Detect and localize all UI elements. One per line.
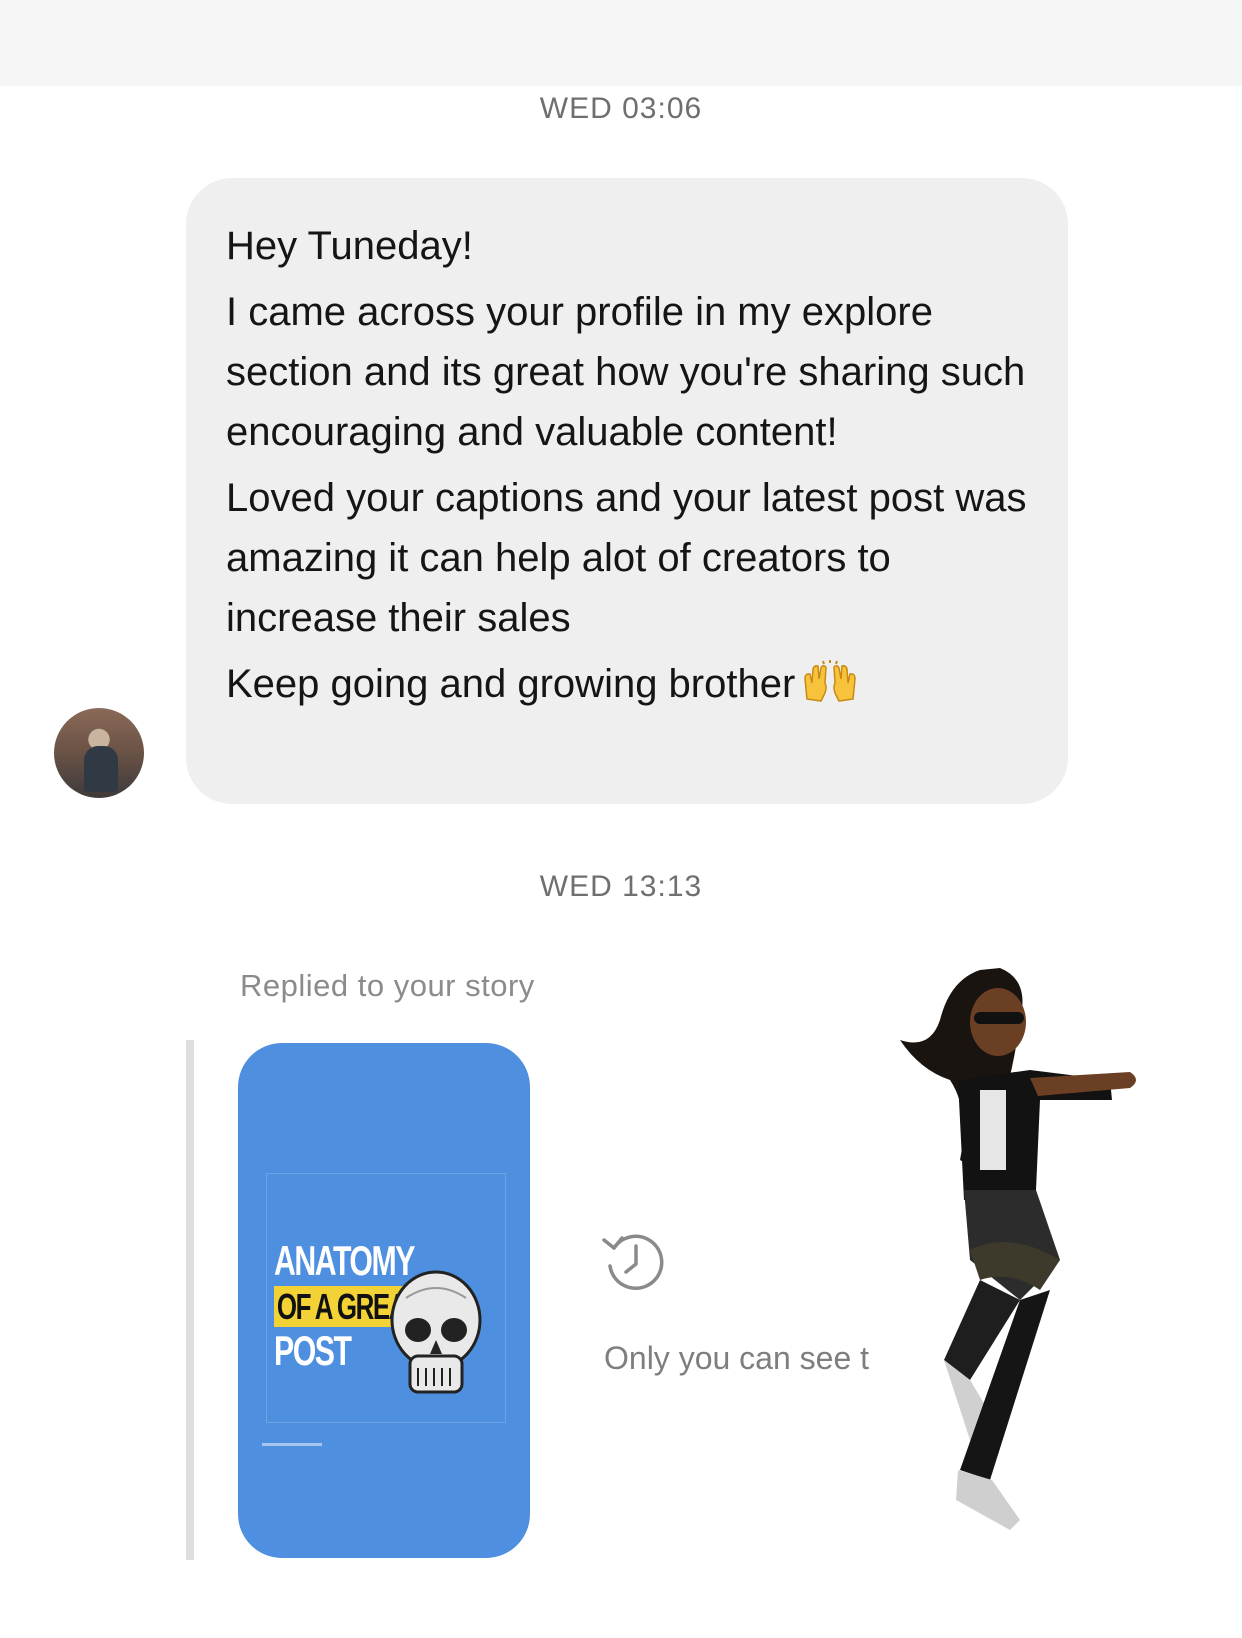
only-you-can-see-text: Only you can see t [604, 1340, 870, 1376]
message-line-last: Keep going and growing brother [226, 654, 1028, 714]
raising-hands-icon [804, 660, 857, 702]
timestamp: WED 13:13 [539, 870, 703, 903]
message-line: Loved your captions and your latest post… [226, 476, 1027, 640]
history-clock-icon [602, 1234, 664, 1291]
header-bar [0, 0, 1242, 86]
replied-to-story-label: Replied to your story [240, 968, 535, 1003]
story-handle-mark [262, 1443, 322, 1446]
message-bubble[interactable]: Hey Tuneday! I came across your profile … [186, 178, 1068, 804]
dancing-person-sticker[interactable] [860, 960, 1180, 1600]
story-thumbnail[interactable]: ANATOMY OF A GREAT POST [238, 1043, 530, 1558]
reply-indicator-line [186, 1040, 194, 1560]
timestamp: WED 03:06 [539, 92, 703, 125]
message-text: Keep going and growing brother [226, 662, 796, 706]
message-line: I came across your profile in my explore… [226, 290, 1026, 454]
skull-illustration-icon [390, 1270, 482, 1394]
sender-avatar[interactable] [54, 708, 144, 798]
message-line: Hey Tuneday! [226, 224, 473, 268]
